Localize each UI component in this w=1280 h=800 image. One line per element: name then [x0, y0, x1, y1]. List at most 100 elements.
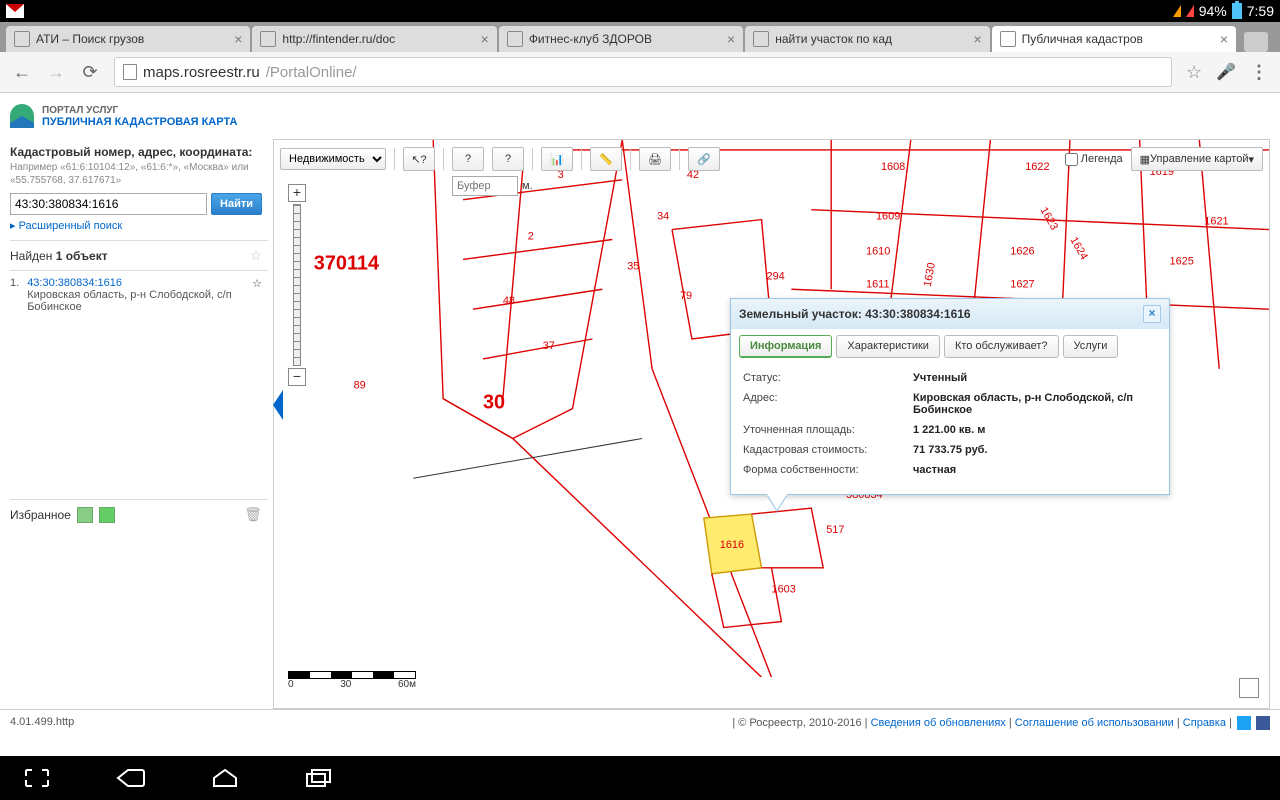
buffer-input[interactable]: [452, 176, 518, 196]
svg-text:48: 48: [503, 295, 515, 307]
tab-who-serves[interactable]: Кто обслуживает?: [944, 335, 1059, 358]
voice-button[interactable]: 🎤: [1216, 62, 1236, 82]
export-icon[interactable]: [77, 507, 93, 523]
svg-text:517: 517: [826, 524, 844, 536]
portal-title[interactable]: ПУБЛИЧНАЯ КАДАСТРОВАЯ КАРТА: [42, 116, 237, 128]
gmail-icon: [6, 4, 24, 18]
close-icon[interactable]: ×: [973, 31, 981, 47]
close-icon[interactable]: ×: [1220, 31, 1228, 47]
tab-yandex[interactable]: найти участок по кад×: [745, 26, 989, 52]
twitter-icon[interactable]: [1237, 716, 1251, 730]
trash-icon[interactable]: 🗑: [244, 506, 262, 523]
svg-text:2: 2: [528, 231, 534, 243]
battery-pct: 94%: [1199, 3, 1227, 19]
legend-toggle[interactable]: Легенда: [1065, 153, 1123, 166]
updates-link[interactable]: Сведения об обновлениях: [871, 717, 1006, 729]
tab-info[interactable]: Информация: [739, 335, 832, 358]
print-button[interactable]: 🖨: [639, 147, 671, 171]
help-button[interactable]: ?: [452, 147, 484, 171]
svg-text:1626: 1626: [1010, 245, 1034, 257]
close-icon[interactable]: ×: [727, 31, 735, 47]
result-item[interactable]: 1. 43:30:380834:1616 Кировская область, …: [10, 271, 268, 319]
tab-fintender[interactable]: http://fintender.ru/doc×: [252, 26, 496, 52]
buffer-control: м.: [452, 176, 533, 196]
url-input[interactable]: maps.rosreestr.ru/PortalOnline/: [114, 57, 1172, 87]
star-icon[interactable]: ☆: [249, 247, 262, 264]
svg-text:30: 30: [483, 392, 505, 414]
android-navbar: [0, 756, 1280, 800]
parcel-popup: Земельный участок: 43:30:380834:1616 × И…: [730, 298, 1170, 495]
svg-text:1616: 1616: [720, 539, 744, 551]
popup-close-button[interactable]: ×: [1143, 305, 1161, 323]
clock: 7:59: [1247, 3, 1274, 19]
advanced-search-link[interactable]: Расширенный поиск: [19, 220, 123, 232]
svg-text:1621: 1621: [1204, 216, 1228, 228]
link-button[interactable]: 🔗: [688, 147, 720, 171]
zoom-in-button[interactable]: +: [288, 184, 306, 202]
sidebar: Кадастровый номер, адрес, координата: На…: [0, 139, 269, 709]
tab-fitness[interactable]: Фитнес-клуб ЗДОРОВ×: [499, 26, 743, 52]
fullscreen-button[interactable]: [1239, 678, 1259, 698]
rosreestr-logo-icon: [10, 104, 34, 128]
back-button[interactable]: ←: [12, 62, 32, 82]
forward-button[interactable]: →: [46, 62, 66, 82]
zoom-out-button[interactable]: −: [288, 368, 306, 386]
svg-text:1630: 1630: [922, 262, 938, 288]
fullscreen-button[interactable]: [20, 766, 54, 790]
close-icon[interactable]: ×: [481, 31, 489, 47]
zoom-control: + −: [288, 184, 306, 386]
identify-button[interactable]: ↖?: [403, 147, 435, 171]
excel-icon[interactable]: [99, 507, 115, 523]
android-statusbar: 94% 7:59: [0, 0, 1280, 22]
result-link[interactable]: 43:30:380834:1616: [27, 277, 122, 289]
tab-characteristics[interactable]: Характеристики: [836, 335, 940, 358]
map-toolbar: Недвижимость ↖? ? ? 📊 📏 🖨 🔗 Легенда ▦ Уп…: [280, 146, 1263, 172]
agreement-link[interactable]: Соглашение об использовании: [1015, 717, 1174, 729]
signal-2-icon: [1186, 5, 1194, 17]
star-icon[interactable]: ☆: [252, 277, 262, 313]
find-button[interactable]: Найти: [211, 193, 262, 215]
popup-title: Земельный участок: 43:30:380834:1616: [739, 307, 971, 321]
favorites-header: Избранное 🗑: [10, 499, 268, 529]
home-button[interactable]: [208, 766, 242, 790]
bookmark-button[interactable]: ☆: [1186, 62, 1202, 83]
svg-text:79: 79: [680, 290, 692, 302]
chart-button[interactable]: 📊: [541, 147, 573, 171]
manage-map-button[interactable]: ▦ Управление картой ▾: [1131, 147, 1263, 171]
info-button[interactable]: ?: [492, 147, 524, 171]
footer: 4.01.499.http | © Росреестр, 2010-2016 |…: [0, 709, 1280, 736]
reload-button[interactable]: ⟳: [80, 62, 100, 82]
svg-text:89: 89: [354, 380, 366, 392]
measure-button[interactable]: 📏: [590, 147, 622, 171]
new-tab-button[interactable]: [1244, 32, 1268, 52]
menu-button[interactable]: ⋮: [1250, 62, 1268, 83]
svg-text:1603: 1603: [771, 584, 795, 596]
zoom-slider[interactable]: [293, 204, 301, 366]
search-input[interactable]: [10, 193, 207, 215]
address-bar: ← → ⟳ maps.rosreestr.ru/PortalOnline/ ☆ …: [0, 52, 1280, 93]
svg-text:1611: 1611: [866, 278, 890, 290]
tab-services[interactable]: Услуги: [1063, 335, 1119, 358]
recent-button[interactable]: [302, 766, 336, 790]
svg-text:37: 37: [543, 340, 555, 352]
svg-text:1625: 1625: [1169, 255, 1193, 267]
help-link[interactable]: Справка: [1183, 717, 1226, 729]
version: 4.01.499.http: [10, 716, 74, 730]
map-area[interactable]: Недвижимость ↖? ? ? 📊 📏 🖨 🔗 Легенда ▦ Уп…: [273, 139, 1270, 709]
svg-text:1610: 1610: [866, 245, 890, 257]
svg-text:34: 34: [657, 211, 669, 223]
tab-ati[interactable]: АТИ – Поиск грузов×: [6, 26, 250, 52]
search-label: Кадастровый номер, адрес, координата:: [10, 145, 262, 159]
svg-text:1609: 1609: [876, 211, 900, 223]
results-header: Найден 1 объект ☆: [10, 241, 268, 271]
svg-text:294: 294: [767, 270, 785, 282]
result-address: Кировская область, р-н Слободской, с/п Б…: [27, 289, 244, 313]
svg-text:1627: 1627: [1010, 278, 1034, 290]
back-button[interactable]: [114, 766, 148, 790]
facebook-icon[interactable]: [1256, 716, 1270, 730]
tab-rosreestr[interactable]: Публичная кадастров×: [992, 26, 1236, 52]
favicon-icon: [14, 31, 30, 47]
svg-text:1624: 1624: [1067, 235, 1090, 262]
close-icon[interactable]: ×: [234, 31, 242, 47]
layer-select[interactable]: Недвижимость: [280, 148, 386, 170]
